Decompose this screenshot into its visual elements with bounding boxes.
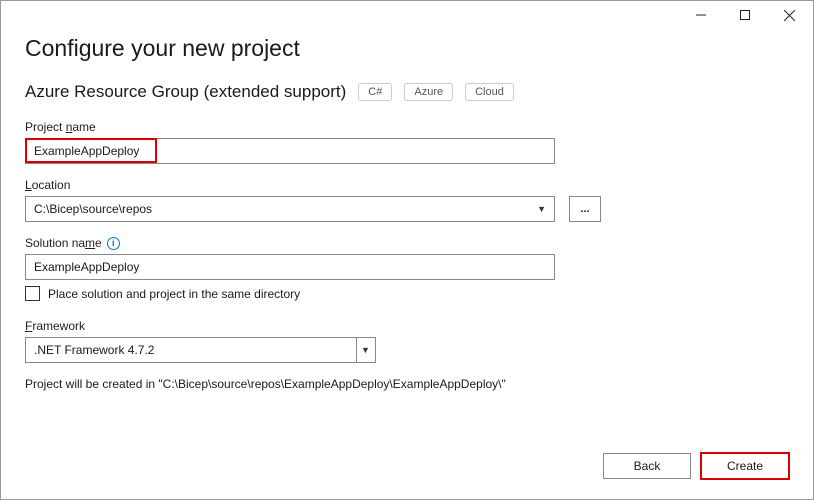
maximize-button[interactable]: [723, 1, 767, 29]
framework-label: Framework: [25, 319, 789, 333]
solution-name-value: ExampleAppDeploy: [34, 260, 139, 274]
location-combo[interactable]: C:\Bicep\source\repos ▼: [25, 196, 555, 222]
project-name-input[interactable]: ExampleAppDeploy: [25, 138, 555, 164]
same-directory-label: Place solution and project in the same d…: [48, 287, 300, 301]
solution-name-input[interactable]: ExampleAppDeploy: [25, 254, 555, 280]
tag-cloud: Cloud: [465, 83, 514, 101]
minimize-button[interactable]: [679, 1, 723, 29]
close-button[interactable]: [767, 1, 811, 29]
location-value: C:\Bicep\source\repos: [34, 202, 152, 216]
create-button-label: Create: [727, 459, 763, 473]
framework-value: .NET Framework 4.7.2: [34, 343, 154, 357]
create-button[interactable]: Create: [701, 453, 789, 479]
back-button[interactable]: Back: [603, 453, 691, 479]
page-title: Configure your new project: [25, 35, 789, 62]
same-directory-checkbox[interactable]: [25, 286, 40, 301]
location-label: Location: [25, 178, 789, 192]
framework-combo[interactable]: .NET Framework 4.7.2 ▼: [25, 337, 376, 363]
info-icon[interactable]: i: [107, 237, 120, 250]
creation-path-hint: Project will be created in "C:\Bicep\sou…: [25, 377, 789, 391]
tag-azure: Azure: [404, 83, 453, 101]
tag-csharp: C#: [358, 83, 392, 101]
browse-button[interactable]: ...: [569, 196, 601, 222]
project-name-value: ExampleAppDeploy: [34, 144, 139, 158]
project-template-name: Azure Resource Group (extended support): [25, 82, 346, 102]
title-bar: [1, 1, 813, 29]
solution-name-label: Solution name i: [25, 236, 789, 250]
chevron-down-icon: ▼: [537, 204, 546, 214]
project-name-label: Project name: [25, 120, 789, 134]
back-button-label: Back: [634, 459, 661, 473]
chevron-down-icon: ▼: [356, 338, 374, 362]
